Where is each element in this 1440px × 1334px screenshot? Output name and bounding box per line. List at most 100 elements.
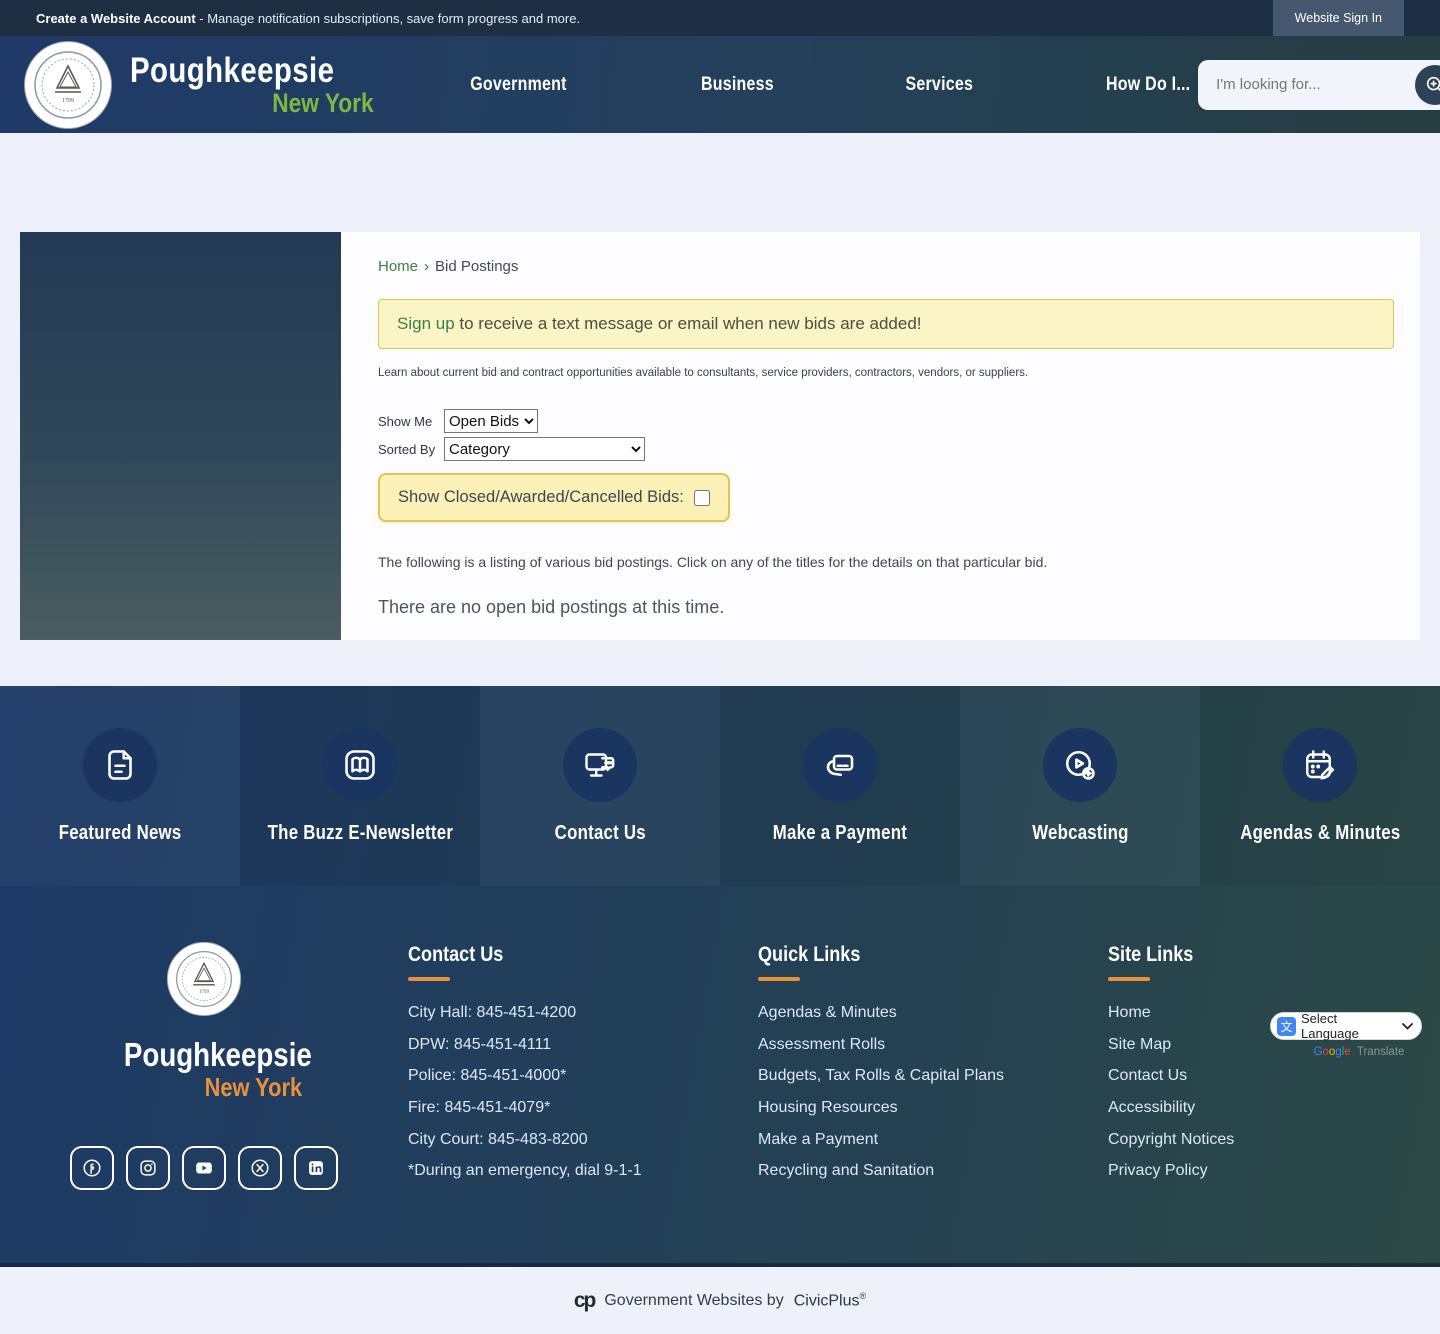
site-header: 1799 Poughkeepsie New York Government Bu… — [0, 36, 1440, 133]
google-translate-branding: Google Translate — [1270, 1046, 1422, 1058]
site-search — [1198, 60, 1440, 110]
sorted-by-label: Sorted By — [378, 442, 444, 457]
site-link-privacy[interactable]: Privacy Policy — [1108, 1162, 1208, 1179]
orange-rule — [1108, 977, 1150, 981]
quick-link-payment[interactable]: Make a Payment — [758, 1131, 878, 1148]
tile-buzz-enewsletter[interactable]: The Buzz E-Newsletter — [240, 686, 480, 886]
sorted-by-select[interactable]: Category — [444, 437, 645, 461]
tile-featured-news[interactable]: Featured News — [0, 686, 240, 886]
bid-filters: Show Me Open Bids Sorted By Category — [378, 409, 1394, 461]
seal-icon: 1799 — [33, 50, 103, 120]
search-button[interactable] — [1415, 65, 1440, 105]
main-content: Home›Bid Postings Sign up to receive a t… — [341, 232, 1420, 640]
youtube-icon[interactable] — [182, 1146, 226, 1190]
content-panel: Home›Bid Postings Sign up to receive a t… — [20, 232, 1420, 640]
site-link-site-map[interactable]: Site Map — [1108, 1036, 1171, 1053]
footer-contact-column: Contact Us City Hall: 845-451-4200 DPW: … — [408, 942, 758, 1263]
quick-link-assessment-rolls[interactable]: Assessment Rolls — [758, 1036, 885, 1053]
linkedin-icon[interactable] — [294, 1146, 338, 1190]
footer-site-links-column: Site Links Home Site Map Contact Us Acce… — [1108, 942, 1398, 1263]
main-navigation: Government Business Services How Do I... — [461, 74, 1198, 96]
webcasting-icon — [1043, 728, 1117, 802]
quick-link-agendas[interactable]: Agendas & Minutes — [758, 1004, 897, 1021]
agendas-icon — [1283, 728, 1357, 802]
contact-police: Police: 845-451-4000* — [408, 1060, 758, 1092]
create-account-text[interactable]: Create a Website Account - Manage notifi… — [0, 11, 580, 26]
site-logo-text[interactable]: Poughkeepsie New York — [130, 53, 373, 117]
show-me-label: Show Me — [378, 414, 444, 429]
quick-link-band: Featured News The Buzz E-Newsletter — [0, 686, 1440, 886]
orange-rule — [758, 977, 800, 981]
svg-text:1799: 1799 — [199, 990, 209, 995]
instagram-icon[interactable] — [126, 1146, 170, 1190]
tile-make-a-payment[interactable]: Make a Payment — [720, 686, 960, 886]
footer-logo-text: Poughkeepsie New York — [106, 1038, 302, 1100]
site-link-copyright[interactable]: Copyright Notices — [1108, 1131, 1234, 1148]
contact-dpw: DPW: 845-451-4111 — [408, 1029, 758, 1061]
orange-rule — [408, 977, 450, 981]
signup-banner: Sign up to receive a text message or ema… — [378, 299, 1394, 349]
payment-icon — [803, 728, 877, 802]
site-link-home[interactable]: Home — [1108, 1004, 1151, 1021]
nav-government[interactable]: Government — [461, 74, 576, 96]
tile-label: Agendas & Minutes — [1240, 822, 1400, 845]
footer-logo-column: 1799 Poughkeepsie New York — [0, 942, 408, 1263]
left-sidebar[interactable] — [20, 232, 341, 640]
show-closed-bids-box: Show Closed/Awarded/Cancelled Bids: — [378, 473, 730, 522]
nav-services[interactable]: Services — [899, 74, 980, 96]
search-input[interactable] — [1216, 76, 1415, 93]
contact-city-court: City Court: 845-483-8200 — [408, 1124, 758, 1156]
footer-state-name: New York — [204, 1074, 302, 1100]
contact-emergency-note: *During an emergency, dial 9-1-1 — [408, 1155, 758, 1187]
contact-city-hall: City Hall: 845-451-4200 — [408, 997, 758, 1029]
contact-column-title: Contact Us — [408, 942, 503, 967]
logo-city-name: Poughkeepsie — [130, 53, 334, 88]
registered-mark: ® — [860, 1291, 867, 1301]
nav-how-do-i[interactable]: How Do I... — [1098, 74, 1198, 96]
bids-intro-text: Learn about current bid and contract opp… — [378, 367, 1394, 379]
tile-contact-us[interactable]: Contact Us — [480, 686, 720, 886]
quick-link-recycling[interactable]: Recycling and Sanitation — [758, 1162, 934, 1179]
quick-links-list: Agendas & Minutes Assessment Rolls Budge… — [758, 997, 1108, 1187]
website-sign-in-button[interactable]: Website Sign In — [1273, 0, 1404, 36]
tile-agendas-minutes[interactable]: Agendas & Minutes — [1200, 686, 1440, 886]
show-closed-bids-checkbox[interactable] — [694, 490, 710, 506]
facebook-icon[interactable] — [70, 1146, 114, 1190]
chevron-down-icon — [1402, 1023, 1413, 1030]
social-links — [70, 1146, 338, 1190]
create-account-link[interactable]: Create a Website Account — [36, 11, 196, 26]
select-language-label: Select Language — [1301, 1011, 1397, 1041]
city-seal-logo[interactable]: 1799 — [24, 41, 112, 129]
site-links-title: Site Links — [1108, 942, 1193, 967]
site-link-accessibility[interactable]: Accessibility — [1108, 1099, 1195, 1116]
seal-icon: 1799 — [175, 950, 233, 1008]
tile-label: Make a Payment — [773, 822, 907, 845]
quick-link-budgets[interactable]: Budgets, Tax Rolls & Capital Plans — [758, 1067, 1004, 1084]
create-account-description: - Manage notification subscriptions, sav… — [199, 11, 580, 26]
footer-city-name: Poughkeepsie — [124, 1038, 312, 1071]
civicplus-logo-icon: cp — [574, 1289, 595, 1313]
site-link-contact-us[interactable]: Contact Us — [1108, 1067, 1187, 1084]
signup-link[interactable]: Sign up — [397, 314, 455, 333]
no-bids-message: There are no open bid postings at this t… — [378, 597, 1394, 618]
contact-fire: Fire: 845-451-4079* — [408, 1092, 758, 1124]
civicplus-link[interactable]: CivicPlus — [794, 1292, 860, 1309]
lower-section: Featured News The Buzz E-Newsletter — [0, 686, 1440, 1267]
breadcrumb: Home›Bid Postings — [378, 258, 1394, 275]
x-twitter-icon[interactable] — [238, 1146, 282, 1190]
show-me-select[interactable]: Open Bids — [444, 409, 538, 433]
featured-news-icon — [83, 728, 157, 802]
civicplus-text: Government Websites by — [604, 1292, 783, 1310]
google-translate-icon: 文 — [1277, 1017, 1296, 1036]
nav-business[interactable]: Business — [694, 74, 781, 96]
newsletter-icon — [323, 728, 397, 802]
signup-banner-text: to receive a text message or email when … — [459, 314, 921, 333]
quick-link-housing[interactable]: Housing Resources — [758, 1099, 898, 1116]
tile-label: Webcasting — [1032, 822, 1128, 845]
listing-note: The following is a listing of various bi… — [378, 554, 1394, 570]
quick-links-title: Quick Links — [758, 942, 860, 967]
tile-label: Contact Us — [554, 822, 645, 845]
select-language-dropdown[interactable]: 文 Select Language — [1270, 1012, 1422, 1040]
breadcrumb-home-link[interactable]: Home — [378, 258, 418, 275]
tile-webcasting[interactable]: Webcasting — [960, 686, 1200, 886]
